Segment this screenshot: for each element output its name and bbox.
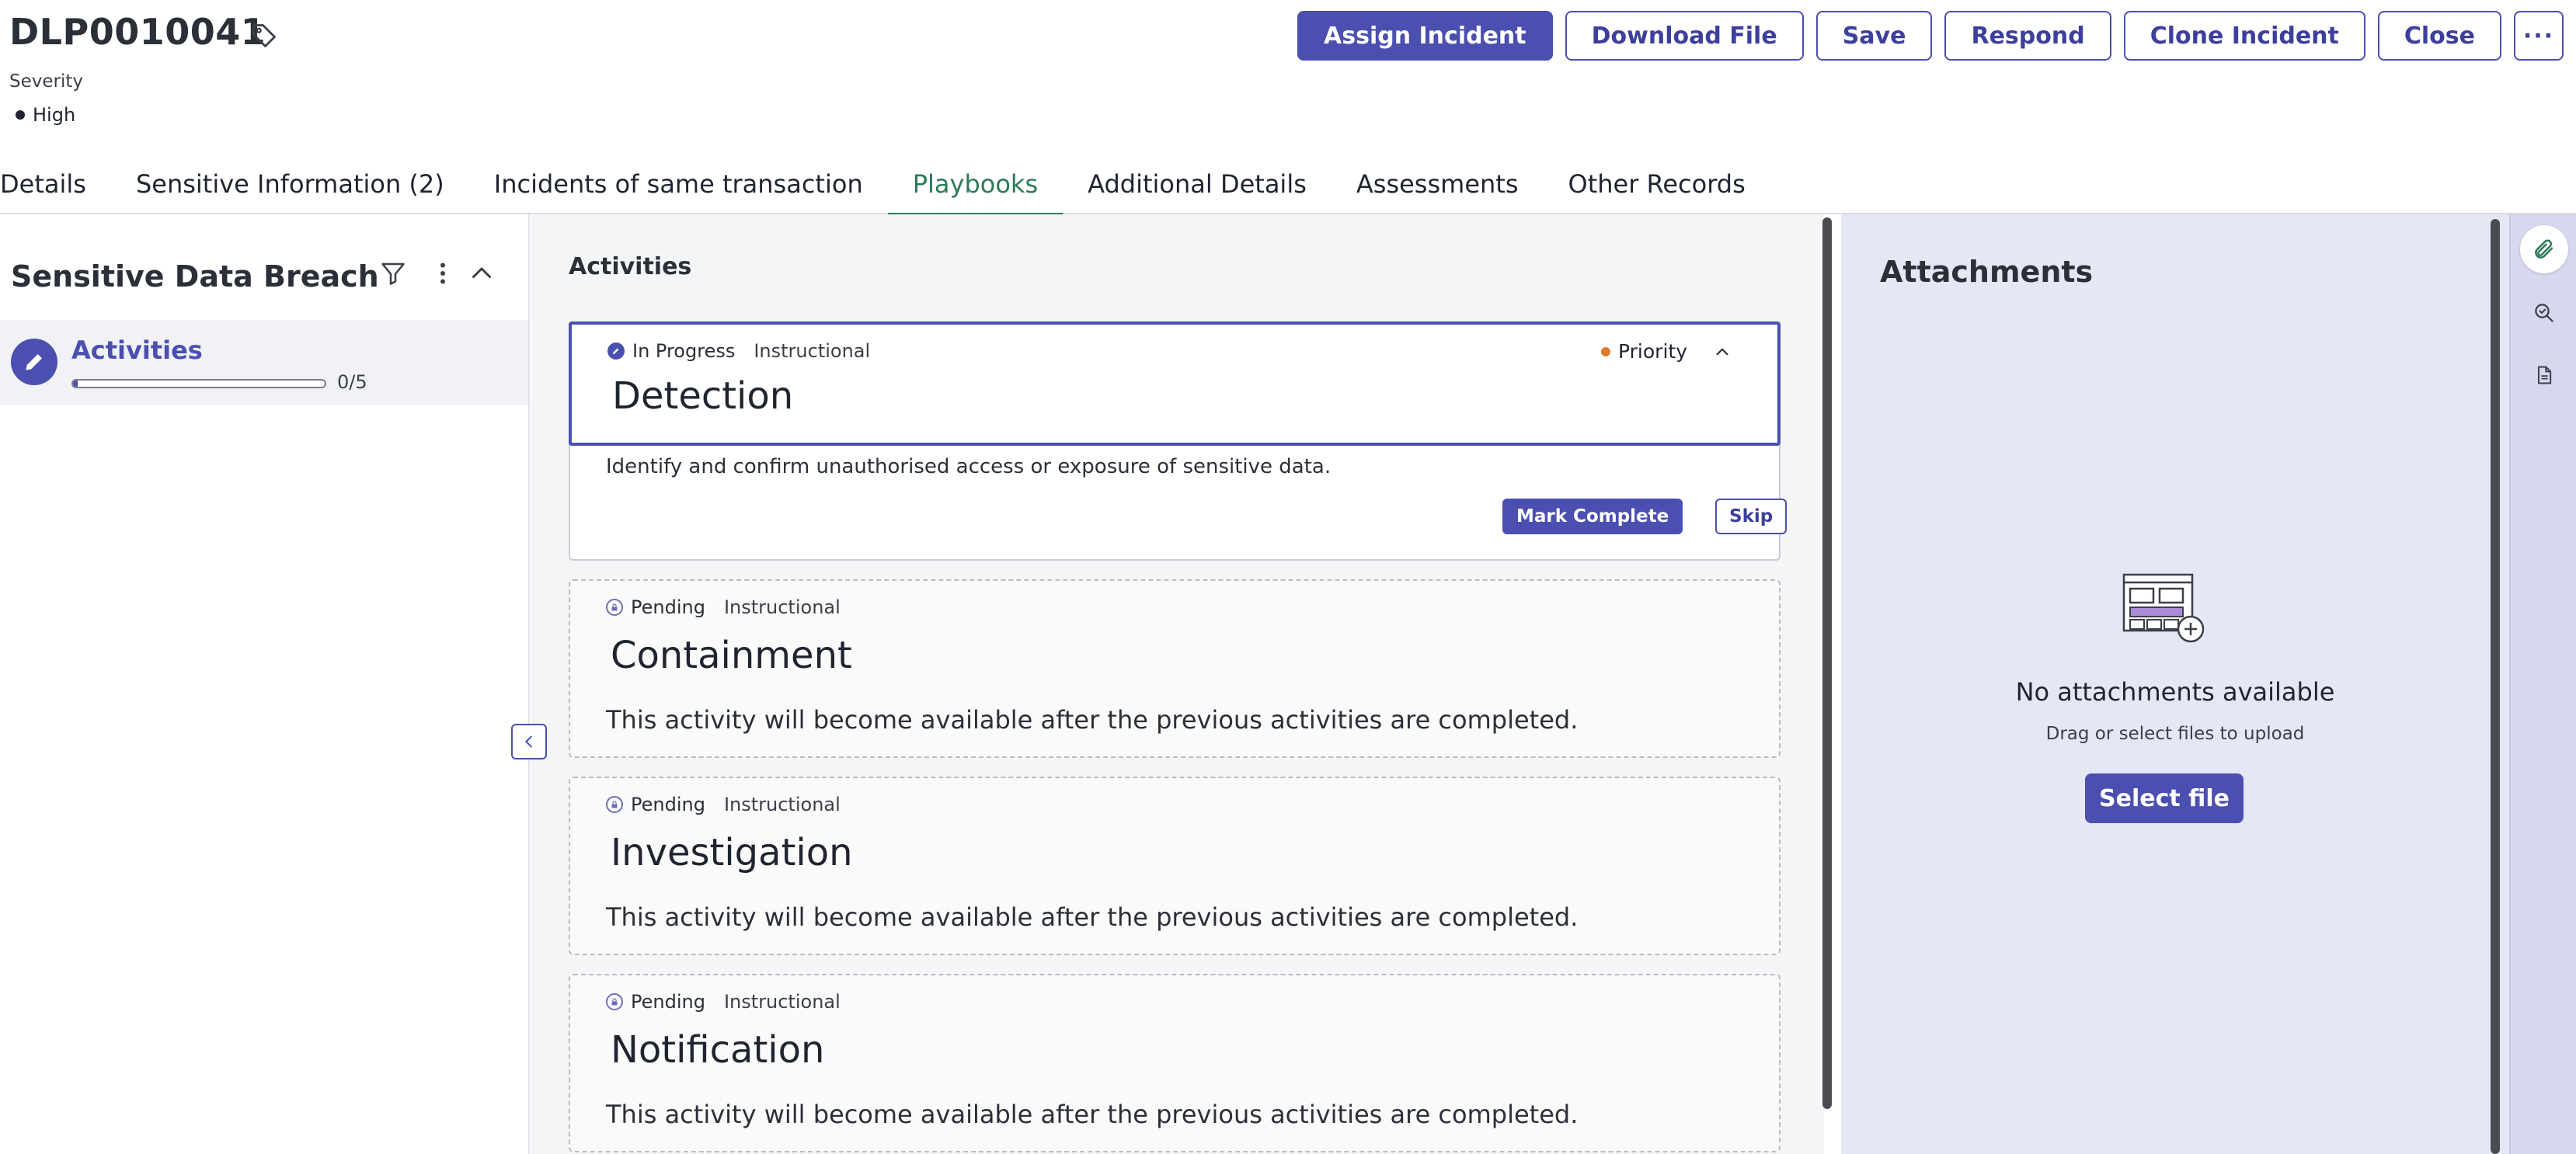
attachments-scrollbar[interactable] bbox=[2491, 219, 2500, 1154]
in-progress-icon bbox=[607, 342, 625, 360]
severity-text: High bbox=[33, 104, 76, 126]
status-text: Pending bbox=[631, 794, 705, 815]
chevron-up-icon[interactable] bbox=[1712, 342, 1732, 362]
activities-group[interactable]: Activities 0/5 bbox=[0, 320, 528, 405]
attachments-empty-illustration-icon bbox=[2122, 573, 2205, 643]
activity-card-detection[interactable]: In Progress Instructional Priority Detec… bbox=[569, 322, 1788, 561]
incident-id: DLP0010041 bbox=[9, 11, 266, 53]
mark-complete-button[interactable]: Mark Complete bbox=[1502, 499, 1683, 534]
chevron-up-icon[interactable] bbox=[468, 259, 496, 287]
activity-title: Detection bbox=[612, 374, 794, 418]
activity-type: Instructional bbox=[723, 991, 841, 1013]
pencil-icon bbox=[11, 339, 57, 385]
activities-title: Activities bbox=[569, 253, 692, 280]
activities-label: Activities bbox=[71, 335, 203, 365]
paperclip-icon[interactable] bbox=[2520, 225, 2568, 273]
activity-title: Containment bbox=[611, 634, 852, 677]
close-button[interactable]: Close bbox=[2377, 11, 2501, 61]
activities-scrollbar[interactable] bbox=[1822, 217, 1832, 1109]
download-file-button[interactable]: Download File bbox=[1565, 11, 1804, 61]
tab-other-records[interactable]: Other Records bbox=[1544, 158, 1770, 214]
activity-type: Instructional bbox=[723, 596, 841, 618]
respond-button[interactable]: Respond bbox=[1944, 11, 2111, 61]
tab-details[interactable]: Details bbox=[0, 158, 111, 214]
status-text: Pending bbox=[631, 991, 705, 1013]
activity-description: Identify and confirm unauthorised access… bbox=[606, 455, 1332, 478]
activity-type: Instructional bbox=[754, 340, 871, 362]
severity-dot-icon bbox=[16, 110, 25, 120]
activity-title: Notification bbox=[611, 1028, 825, 1072]
priority-text: Priority bbox=[1618, 340, 1687, 363]
clone-incident-button[interactable]: Clone Incident bbox=[2123, 11, 2365, 61]
kebab-menu-icon[interactable] bbox=[429, 259, 457, 287]
attachments-panel: Attachments No attachments available Dra… bbox=[1841, 214, 2509, 1154]
status-text: Pending bbox=[631, 596, 705, 618]
lock-icon bbox=[606, 599, 623, 616]
chevron-left-icon bbox=[525, 735, 532, 748]
activity-title: Investigation bbox=[611, 831, 853, 874]
severity-value: High bbox=[16, 104, 75, 126]
severity-label: Severity bbox=[9, 71, 83, 92]
activity-message: This activity will become available afte… bbox=[606, 902, 1579, 932]
incident-header: DLP0010041 Severity High Assign Incident… bbox=[0, 0, 2576, 155]
activity-type: Instructional bbox=[723, 794, 841, 815]
collapse-panel-button[interactable] bbox=[511, 724, 547, 759]
tab-additional-details[interactable]: Additional Details bbox=[1063, 158, 1332, 214]
attachments-title: Attachments bbox=[1880, 255, 2094, 289]
save-button[interactable]: Save bbox=[1815, 11, 1933, 61]
playbook-title: Sensitive Data Breach bbox=[11, 259, 379, 294]
activity-status: Pending Instructional bbox=[606, 596, 841, 618]
lock-icon bbox=[606, 993, 623, 1010]
tab-incidents-same-transaction[interactable]: Incidents of same transaction bbox=[469, 158, 888, 214]
right-side-rail bbox=[2509, 214, 2576, 1154]
document-icon[interactable] bbox=[2520, 351, 2568, 399]
record-tabs: Details Sensitive Information (2) Incide… bbox=[0, 158, 2576, 216]
status-text: In Progress bbox=[632, 340, 736, 362]
select-file-button[interactable]: Select file bbox=[2085, 773, 2244, 823]
activities-progress-count: 0/5 bbox=[337, 371, 367, 393]
more-actions-button[interactable]: ··· bbox=[2514, 11, 2564, 61]
tag-icon[interactable] bbox=[250, 22, 278, 50]
lock-icon bbox=[606, 796, 623, 813]
priority-dot-icon bbox=[1601, 346, 1611, 356]
search-check-icon[interactable] bbox=[2520, 289, 2568, 337]
progress-fill bbox=[73, 381, 78, 387]
filter-icon[interactable] bbox=[379, 259, 407, 287]
activity-status: In Progress Instructional bbox=[607, 340, 870, 362]
tab-assessments[interactable]: Assessments bbox=[1332, 158, 1544, 214]
assign-incident-button[interactable]: Assign Incident bbox=[1297, 11, 1553, 61]
activity-card-header[interactable]: In Progress Instructional Priority Detec… bbox=[569, 322, 1781, 446]
activity-message: This activity will become available afte… bbox=[606, 705, 1579, 735]
attachments-hint: Drag or select files to upload bbox=[2045, 724, 2305, 744]
activity-card-investigation[interactable]: Pending Instructional Investigation This… bbox=[569, 777, 1781, 955]
attachments-empty-text: No attachments available bbox=[2015, 677, 2335, 707]
activity-card-containment[interactable]: Pending Instructional Containment This a… bbox=[569, 579, 1781, 758]
activity-status: Pending Instructional bbox=[606, 794, 841, 815]
activities-progress-bar bbox=[71, 379, 326, 388]
activity-card-notification[interactable]: Pending Instructional Notification This … bbox=[569, 974, 1781, 1152]
activity-status: Pending Instructional bbox=[606, 991, 841, 1013]
skip-button[interactable]: Skip bbox=[1715, 499, 1788, 534]
priority-indicator: Priority bbox=[1601, 340, 1732, 363]
playbook-panel: Sensitive Data Breach Activities 0/5 bbox=[0, 214, 530, 1154]
activities-panel: Activities In Progress Instructional Pri… bbox=[531, 214, 1832, 1154]
activity-message: This activity will become available afte… bbox=[606, 1100, 1579, 1129]
tab-playbooks[interactable]: Playbooks bbox=[887, 158, 1063, 216]
tab-sensitive-information[interactable]: Sensitive Information (2) bbox=[111, 158, 469, 214]
action-bar: Assign Incident Download File Save Respo… bbox=[1297, 11, 2564, 61]
